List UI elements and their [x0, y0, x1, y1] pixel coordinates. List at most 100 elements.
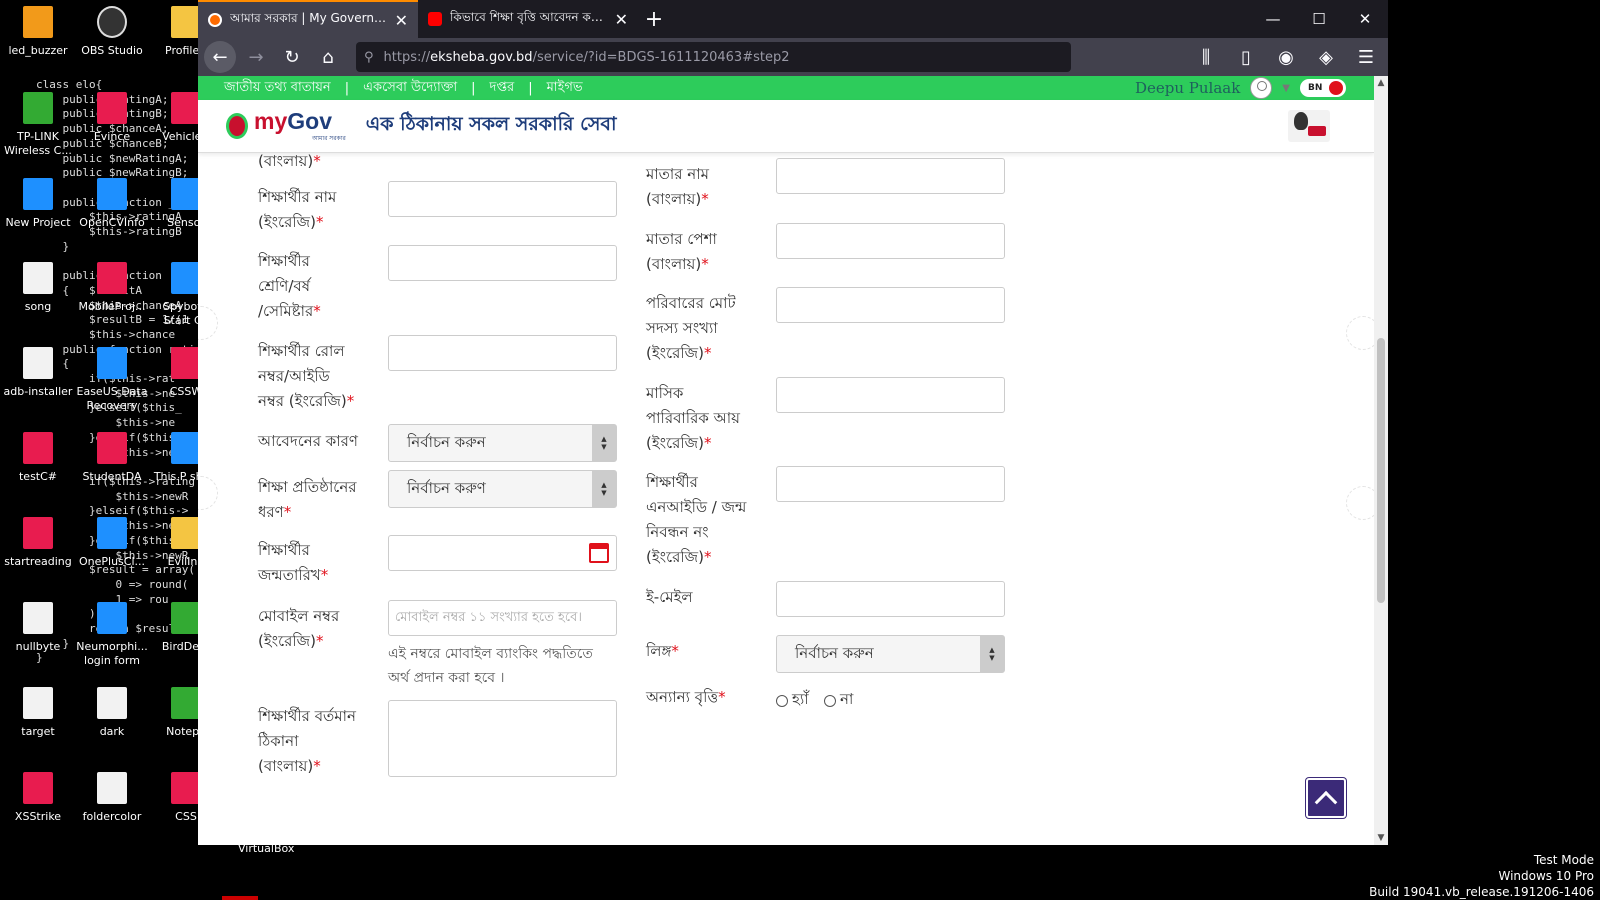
- radio-no[interactable]: না: [824, 688, 853, 713]
- menu-icon[interactable]: ☰: [1350, 41, 1382, 73]
- maximize-icon[interactable]: ☐: [1296, 0, 1342, 38]
- roll-id-input[interactable]: [388, 335, 617, 371]
- desktop-icon[interactable]: XSStrike: [0, 772, 76, 824]
- back-arrow-icon[interactable]: ←: [204, 41, 236, 73]
- desktop-icon-label: testC#: [18, 470, 58, 483]
- desktop-icon[interactable]: OBS Studio: [74, 6, 150, 58]
- scroll-down-icon[interactable]: ▼: [1374, 831, 1388, 845]
- library-icon[interactable]: ⫼: [1190, 41, 1222, 73]
- institution-type-select[interactable]: নির্বাচন করুণ ▲ ▼: [388, 470, 617, 508]
- minimize-icon[interactable]: —: [1250, 0, 1296, 38]
- home-icon[interactable]: ⌂: [312, 41, 344, 73]
- desktop-icon[interactable]: BirdDete: [148, 602, 200, 654]
- desktop-icon[interactable]: ProfileC: [148, 6, 200, 58]
- desktop-icon[interactable]: Sensor: [148, 178, 200, 230]
- extension-icon[interactable]: ◈: [1310, 41, 1342, 73]
- mother-job-input[interactable]: [776, 223, 1005, 259]
- desktop-icon[interactable]: OnePlusCl...: [74, 517, 150, 569]
- user-name[interactable]: Deepu Pulaak: [1135, 79, 1240, 97]
- link-national-portal[interactable]: জাতীয় তথ্য বাতায়ন: [224, 78, 331, 99]
- nid-label: শিক্ষার্থীর এনআইডি / জন্ম নিবন্ধন নং (ইং…: [646, 473, 747, 566]
- select-arrows-icon: ▲ ▼: [592, 471, 616, 507]
- mother-name-input[interactable]: [776, 158, 1005, 194]
- forward-arrow-icon[interactable]: →: [240, 41, 272, 73]
- desktop-icon[interactable]: foldercolor: [74, 772, 150, 824]
- student-name-english-input[interactable]: [388, 181, 617, 217]
- app-icon: [97, 178, 127, 210]
- desktop-icon[interactable]: nullbyte: [0, 602, 76, 654]
- address-textarea[interactable]: [388, 700, 617, 777]
- mobile-input[interactable]: মোবাইল নম্বর ১১ সংখ্যার হতে হবে।: [388, 600, 617, 636]
- family-size-input[interactable]: [776, 287, 1005, 323]
- logo-wordmark[interactable]: myGov আমার সরকার: [254, 108, 346, 144]
- tab-youtube[interactable]: কিভাবে শিক্ষা বৃত্তি আবেদন করবে ✕: [418, 0, 638, 38]
- chevron-down-icon[interactable]: ▼: [1282, 83, 1290, 94]
- mygov-logo-icon[interactable]: [226, 113, 248, 139]
- desktop-icon[interactable]: VehicleD: [148, 92, 200, 144]
- user-box: Deepu Pulaak ▼ BN: [1135, 76, 1346, 100]
- desktop-icon-label: startreading: [4, 555, 72, 568]
- desktop-icon[interactable]: Notepa: [148, 687, 200, 739]
- desktop-icon[interactable]: startreading: [0, 517, 76, 569]
- link-office[interactable]: দপ্তর: [490, 78, 515, 99]
- site-tagline: এক ঠিকানায় সকল সরকারি সেবা: [365, 113, 617, 135]
- desktop-icon[interactable]: adb-installer: [0, 347, 76, 399]
- close-icon[interactable]: ✕: [615, 10, 628, 29]
- desktop-icon-label: foldercolor: [82, 810, 142, 823]
- desktop-icon[interactable]: EvilInd: [148, 517, 200, 569]
- nid-input[interactable]: [776, 466, 1005, 502]
- page-scrollbar[interactable]: ▲ ▼: [1374, 76, 1388, 845]
- desktop-icon-label: Sensor: [167, 216, 200, 229]
- dob-input[interactable]: [388, 535, 617, 571]
- desktop-icon[interactable]: This P short: [148, 432, 200, 484]
- close-window-icon[interactable]: ✕: [1342, 0, 1388, 38]
- desktop-icon[interactable]: New Project: [0, 178, 76, 230]
- tab-mygov[interactable]: আমার সরকার | My Governmen ✕: [198, 0, 418, 38]
- desktop-icon[interactable]: song: [0, 262, 76, 314]
- radio-yes[interactable]: হ্যাঁ: [776, 688, 809, 713]
- desktop-icon-label: This P short: [153, 470, 200, 483]
- gender-select[interactable]: নির্বাচন করুন ▲ ▼: [776, 635, 1005, 673]
- desktop-icon-label: MobileProj...: [78, 300, 146, 313]
- link-separator: |: [471, 80, 476, 96]
- back-to-top-button[interactable]: [1306, 778, 1346, 818]
- user-avatar-icon[interactable]: [1250, 77, 1273, 99]
- email-input[interactable]: [776, 581, 1005, 617]
- reason-select[interactable]: নির্বাচন করুন ▲ ▼: [388, 424, 617, 462]
- desktop-icon-label: StudentDA: [82, 470, 142, 483]
- desktop-icon[interactable]: target: [0, 687, 76, 739]
- desktop-icon[interactable]: MobileProj...: [74, 262, 150, 314]
- desktop-icon[interactable]: StudentDA: [74, 432, 150, 484]
- desktop-icon-label: dark: [99, 725, 125, 738]
- sidebar-icon[interactable]: ▯: [1230, 41, 1262, 73]
- desktop-icon[interactable]: Spybot - Start Ce: [148, 262, 200, 328]
- desktop-icon[interactable]: CSS: [148, 772, 200, 824]
- desktop-icon[interactable]: TP-LINK Wireless C...: [0, 92, 76, 158]
- radio-yes-label: হ্যাঁ: [792, 690, 809, 708]
- desktop-icon[interactable]: OpenCVInfo: [74, 178, 150, 230]
- account-icon[interactable]: ◉: [1270, 41, 1302, 73]
- app-icon: [23, 772, 53, 804]
- desktop-icon-label: song: [24, 300, 52, 313]
- link-mygov[interactable]: মাইগভ: [547, 78, 583, 99]
- desktop-icon[interactable]: Neumorphi... login form: [74, 602, 150, 668]
- language-toggle[interactable]: BN: [1300, 79, 1346, 97]
- calendar-icon[interactable]: [589, 543, 609, 563]
- close-icon[interactable]: ✕: [395, 11, 408, 30]
- desktop-icon[interactable]: Evince: [74, 92, 150, 144]
- desktop-icon[interactable]: dark: [74, 687, 150, 739]
- monthly-income-input[interactable]: [776, 377, 1005, 413]
- reload-icon[interactable]: ↻: [276, 41, 308, 73]
- new-tab-button[interactable]: +: [638, 0, 670, 38]
- app-icon: [97, 92, 127, 124]
- scroll-thumb[interactable]: [1377, 338, 1385, 603]
- desktop-icon[interactable]: testC#: [0, 432, 76, 484]
- desktop-icon[interactable]: EaseUS Data Recovery: [74, 347, 150, 413]
- desktop-icon[interactable]: led_buzzer: [0, 6, 76, 58]
- scroll-up-icon[interactable]: ▲: [1374, 76, 1388, 90]
- link-eksheba-entrepreneur[interactable]: একসেবা উদ্যোক্তা: [363, 78, 457, 99]
- url-bar[interactable]: ⚲ https://eksheba.gov.bd/service/?id=BDG…: [356, 42, 1071, 72]
- desktop-icon[interactable]: CSSW: [148, 347, 200, 399]
- app-icon: [23, 602, 53, 634]
- class-year-input[interactable]: [388, 245, 617, 281]
